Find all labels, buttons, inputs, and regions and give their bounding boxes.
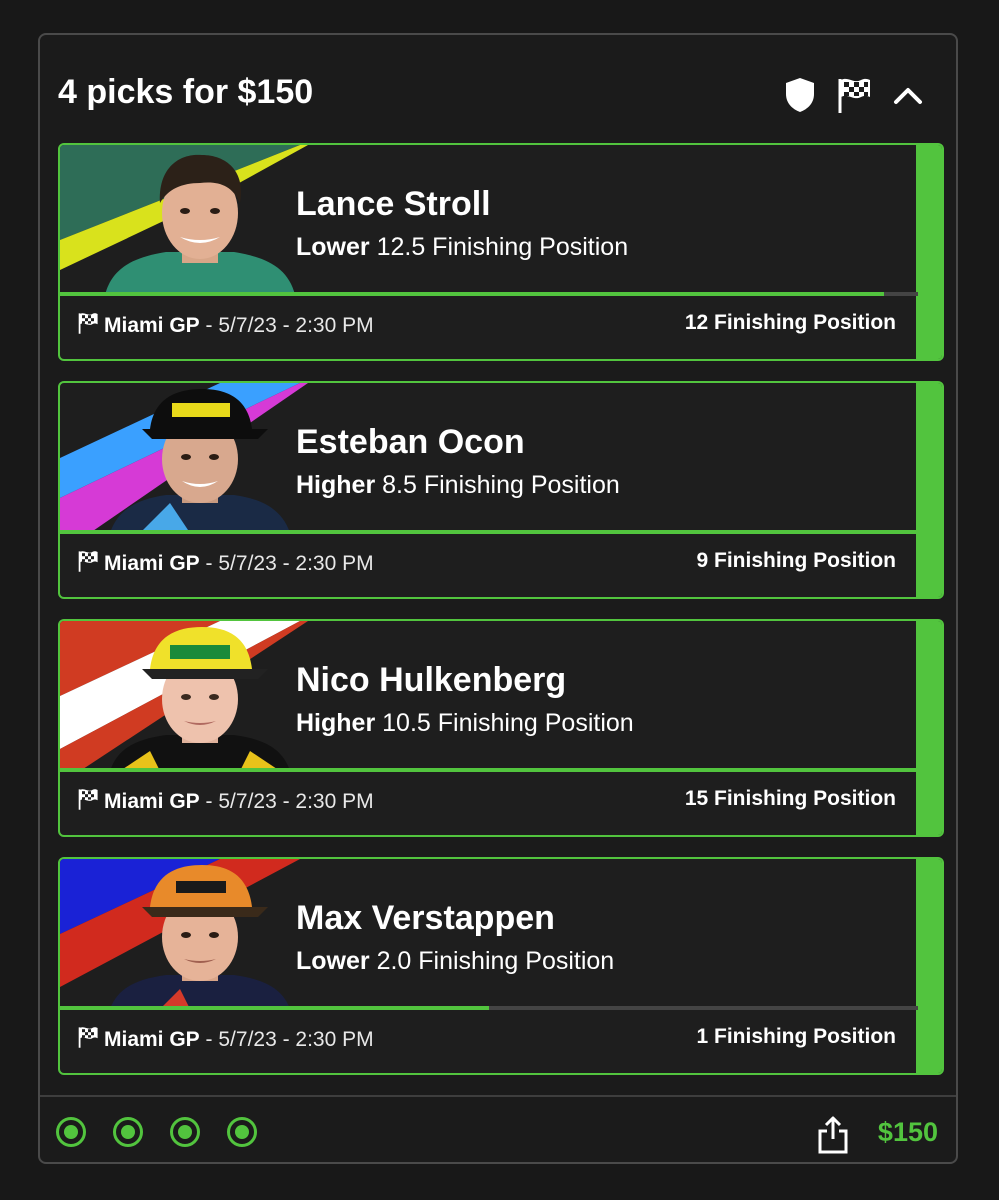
entry-card: 4 picks for $150 Lance Stroll Lower 12.5…: [38, 33, 958, 1164]
pick-result: 12 Finishing Position: [684, 311, 896, 334]
event-name: Miami GP: [104, 314, 200, 337]
pick-line: Lower 12.5 Finishing Position: [296, 233, 628, 262]
pick-progress: [60, 530, 918, 534]
event-info: Miami GP - 5/7/23 - 2:30 PM: [76, 787, 374, 817]
event-datetime: - 5/7/23 - 2:30 PM: [205, 552, 374, 575]
driver-portrait: [110, 865, 290, 1009]
driver-portrait: [105, 154, 295, 295]
event-info: Miami GP - 5/7/23 - 2:30 PM: [76, 311, 374, 341]
event-name: Miami GP: [104, 1028, 200, 1051]
pick-direction: Higher: [296, 471, 376, 499]
driver-portrait: [110, 627, 290, 771]
payout-amount: $150: [877, 1117, 938, 1147]
pick-top: Max Verstappen Lower 2.0 Finishing Posit…: [60, 859, 918, 1009]
player-name: Lance Stroll: [296, 185, 491, 223]
entry-title: 4 picks for $150: [58, 73, 314, 111]
event-datetime: - 5/7/23 - 2:30 PM: [205, 1028, 374, 1051]
header-icons: [780, 75, 928, 115]
pick-status-bar: [916, 621, 942, 835]
pick-line: Lower 2.0 Finishing Position: [296, 947, 614, 976]
pick-top: Nico Hulkenberg Higher 10.5 Finishing Po…: [60, 621, 918, 771]
entry-header: 4 picks for $150: [40, 35, 956, 145]
event-datetime: - 5/7/23 - 2:30 PM: [205, 314, 374, 337]
pick-top: Lance Stroll Lower 12.5 Finishing Positi…: [60, 145, 918, 295]
pick-progress: [60, 1006, 918, 1010]
pick-direction: Higher: [296, 709, 376, 737]
pick-line-value: 8.5 Finishing Position: [382, 471, 620, 499]
pick-card[interactable]: Esteban Ocon Higher 8.5 Finishing Positi…: [58, 381, 944, 599]
shield-icon[interactable]: [780, 75, 820, 115]
pick-status-bar: [916, 859, 942, 1073]
pick-result: 9 Finishing Position: [696, 549, 897, 572]
driver-portrait: [110, 389, 290, 533]
event-datetime: - 5/7/23 - 2:30 PM: [205, 790, 374, 813]
pick-line-value: 2.0 Finishing Position: [376, 947, 615, 975]
pick-line-value: 10.5 Finishing Position: [382, 709, 634, 737]
pick-status-dot: [227, 1117, 257, 1147]
pick-status-dot: [170, 1117, 200, 1147]
pick-result: 1 Finishing Position: [696, 1025, 897, 1048]
pick-card[interactable]: Lance Stroll Lower 12.5 Finishing Positi…: [58, 143, 944, 361]
pick-direction: Lower: [296, 233, 370, 261]
pick-status-dots: [56, 1117, 257, 1147]
checkered-flag-icon: [76, 787, 100, 817]
pick-line-value: 12.5 Finishing Position: [376, 233, 629, 261]
event-info: Miami GP - 5/7/23 - 2:30 PM: [76, 549, 374, 579]
player-name: Esteban Ocon: [296, 423, 525, 461]
pick-card[interactable]: Nico Hulkenberg Higher 10.5 Finishing Po…: [58, 619, 944, 837]
pick-status-dot: [113, 1117, 143, 1147]
pick-result: 15 Finishing Position: [684, 787, 896, 810]
pick-line: Higher 8.5 Finishing Position: [296, 471, 620, 500]
pick-progress: [60, 292, 918, 296]
checkered-flag-icon[interactable]: [834, 75, 874, 115]
event-name: Miami GP: [104, 552, 200, 575]
checkered-flag-icon: [76, 311, 100, 341]
pick-status-dot: [56, 1117, 86, 1147]
event-name: Miami GP: [104, 790, 200, 813]
pick-top: Esteban Ocon Higher 8.5 Finishing Positi…: [60, 383, 918, 533]
pick-status-bar: [916, 383, 942, 597]
player-name: Nico Hulkenberg: [296, 661, 567, 699]
checkered-flag-icon: [76, 549, 100, 579]
pick-line: Higher 10.5 Finishing Position: [296, 709, 634, 738]
share-icon[interactable]: [816, 1115, 850, 1155]
pick-progress: [60, 768, 918, 772]
chevron-up-icon[interactable]: [888, 75, 928, 115]
player-name: Max Verstappen: [296, 899, 555, 937]
entry-footer: $150: [40, 1097, 956, 1164]
pick-status-bar: [916, 145, 942, 359]
pick-direction: Lower: [296, 947, 370, 975]
checkered-flag-icon: [76, 1025, 100, 1055]
pick-card[interactable]: Max Verstappen Lower 2.0 Finishing Posit…: [58, 857, 944, 1075]
event-info: Miami GP - 5/7/23 - 2:30 PM: [76, 1025, 374, 1055]
